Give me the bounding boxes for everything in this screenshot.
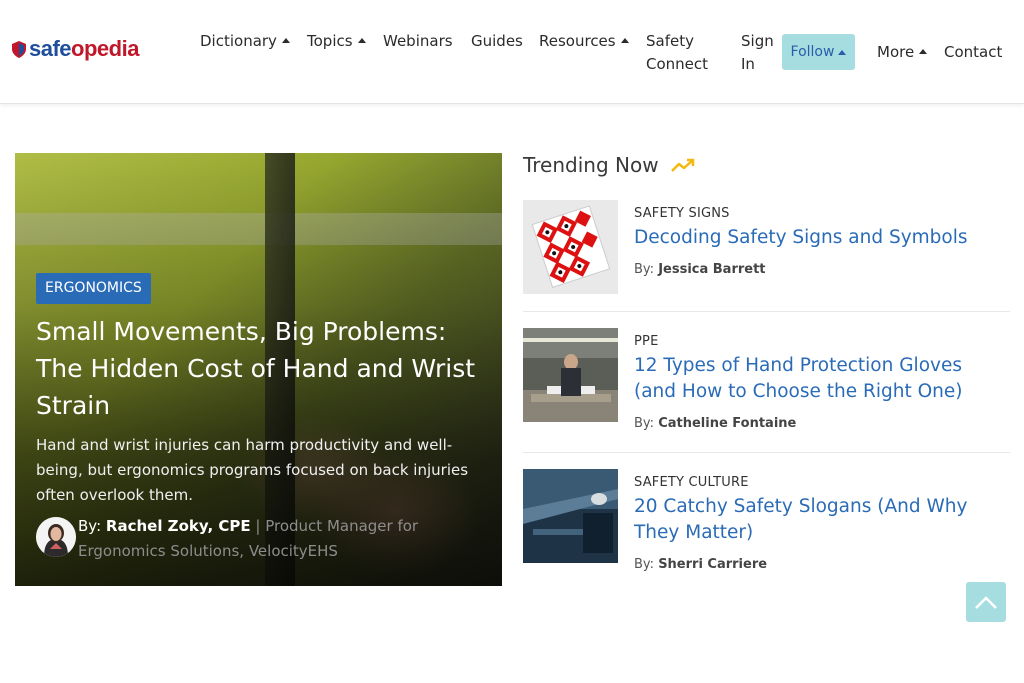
article-title[interactable]: Decoding Safety Signs and Symbols	[634, 225, 1004, 251]
category-tag[interactable]: ERGONOMICS	[36, 273, 151, 304]
article-title[interactable]: 12 Types of Hand Protection Gloves (and …	[634, 353, 1004, 405]
nav-more[interactable]: More	[877, 41, 928, 64]
article-author: By: Jessica Barrett	[634, 262, 766, 277]
caret-up-icon	[919, 49, 928, 54]
caret-up-icon	[281, 38, 290, 43]
article-author: By: Sherri Carriere	[634, 557, 768, 572]
trending-heading: Trending Now	[523, 153, 697, 177]
caret-up-icon	[620, 38, 629, 43]
nav-contact[interactable]: Contact	[944, 41, 1002, 64]
featured-title[interactable]: Small Movements, Big Problems: The Hidde…	[36, 313, 486, 424]
featured-description: Hand and wrist injuries can harm product…	[36, 436, 469, 504]
thumbnail-hand-protection[interactable]	[523, 328, 618, 422]
caret-up-icon	[357, 38, 366, 43]
chevron-up-icon	[975, 596, 997, 609]
nav-webinars[interactable]: Webinars	[383, 30, 453, 53]
article-author: By: Catheline Fontaine	[634, 416, 797, 431]
nav-sign-in[interactable]: Sign In	[741, 30, 774, 76]
divider	[523, 452, 1010, 453]
article-category[interactable]: SAFETY CULTURE	[634, 475, 749, 490]
author-name[interactable]: Rachel Zoky, CPE	[106, 517, 251, 535]
nav-topics[interactable]: Topics	[307, 30, 366, 53]
nav-safety-connect[interactable]: Safety Connect	[646, 30, 708, 76]
nav-guides[interactable]: Guides	[471, 30, 523, 53]
site-header: safeopedia Dictionary Topics Webinars Gu…	[0, 0, 1024, 104]
thumbnail-safety-slogans[interactable]	[523, 469, 618, 563]
author-byline: By: Rachel Zoky, CPE | Product Manager f…	[78, 517, 419, 560]
caret-up-icon	[838, 49, 847, 55]
trending-item: SAFETY CULTURE 20 Catchy Safety Slogans …	[523, 469, 1010, 589]
article-title[interactable]: 20 Catchy Safety Slogans (And Why They M…	[634, 494, 1004, 546]
nav-resources[interactable]: Resources	[539, 30, 629, 53]
scroll-to-top-button[interactable]	[966, 582, 1006, 622]
article-category[interactable]: PPE	[634, 334, 659, 349]
site-logo[interactable]: safeopedia	[12, 36, 139, 62]
avatar	[36, 517, 76, 557]
trending-item: SAFETY SIGNS Decoding Safety Signs and S…	[523, 200, 1010, 300]
follow-button[interactable]: Follow	[782, 34, 855, 70]
logo-text: safeopedia	[29, 36, 139, 61]
trending-item: PPE 12 Types of Hand Protection Gloves (…	[523, 328, 1010, 448]
nav-dictionary[interactable]: Dictionary	[200, 30, 290, 53]
divider	[523, 311, 1010, 312]
safety-culture-image	[523, 469, 618, 563]
article-category[interactable]: SAFETY SIGNS	[634, 206, 730, 221]
thumbnail-safety-signs[interactable]	[523, 200, 618, 294]
safety-signs-image	[523, 200, 618, 294]
shield-icon	[12, 40, 26, 58]
author-avatar-icon	[36, 517, 76, 557]
trending-up-icon	[670, 158, 694, 172]
worker-gloves-image	[523, 328, 618, 422]
featured-tag[interactable]: ERGONOMICS	[36, 273, 151, 304]
